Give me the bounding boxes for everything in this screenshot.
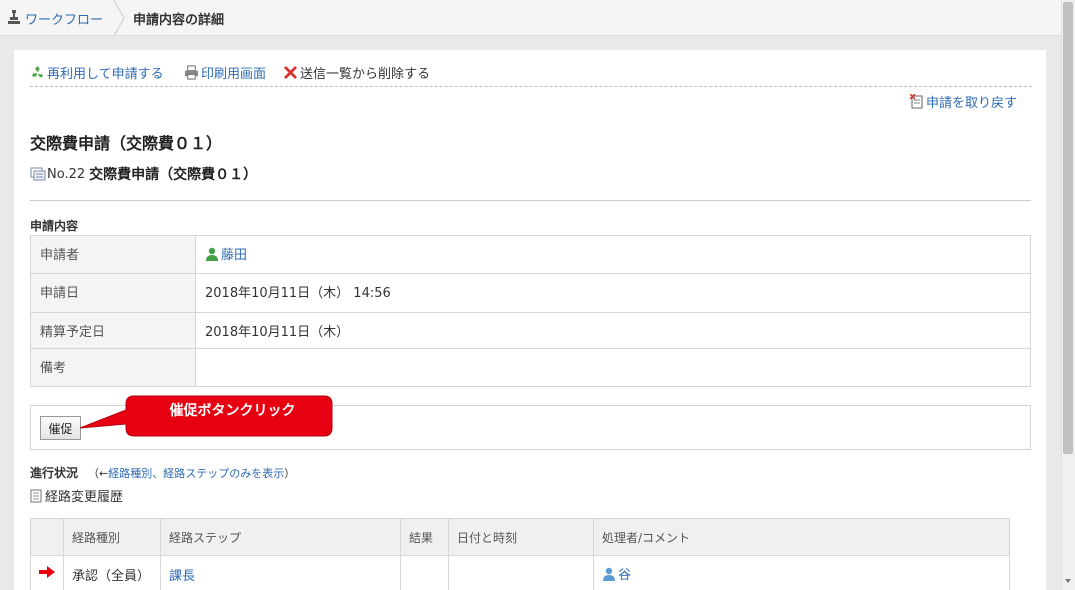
column-header [30, 518, 64, 556]
delete-link[interactable]: 送信一覧から削除する [300, 63, 430, 82]
route-step-link[interactable]: 課長 [169, 569, 195, 584]
details-table: 申請者 藤田 申請日 2018年10月11日（木） 14:56 精算予定日 20… [30, 235, 1031, 387]
printer-icon [184, 65, 199, 80]
reuse-action[interactable]: 再利用して申請する [30, 63, 164, 82]
row-value [195, 348, 1031, 387]
request-name: 交際費申請（交際費０１） [89, 167, 258, 183]
table-header-row: 経路種別 経路ステップ 結果 日付と時刻 処理者/コメント [30, 518, 1010, 556]
workflow-icon [8, 10, 20, 24]
breadcrumb-separator-icon [113, 0, 125, 36]
breadcrumb-current: 申請内容の詳細 [133, 13, 225, 28]
applicant-link[interactable]: 藤田 [205, 244, 247, 263]
scroll-down-arrow-icon[interactable] [1063, 576, 1073, 586]
row-value: 2018年10月11日（木） [195, 312, 1031, 349]
route-datetime [448, 555, 594, 590]
column-header: 処理者/コメント [593, 518, 1010, 556]
route-history[interactable]: 経路変更履歴 [30, 486, 123, 505]
scrollbar-thumb[interactable] [1063, 2, 1073, 454]
applicant-name[interactable]: 藤田 [221, 244, 247, 263]
table-row: 申請者 藤田 [30, 235, 1031, 274]
row-value: 2018年10月11日（木） 14:56 [195, 273, 1031, 313]
handler-name[interactable]: 谷 [618, 564, 631, 583]
progress-note-prefix: （← [88, 467, 109, 480]
column-header: 経路ステップ [160, 518, 401, 556]
handler-link[interactable]: 谷 [602, 564, 631, 583]
breadcrumb-workflow-link[interactable]: ワークフロー [25, 9, 103, 28]
column-header: 結果 [400, 518, 449, 556]
delete-x-icon [284, 66, 297, 79]
table-row: 精算予定日 2018年10月11日（木） [30, 312, 1031, 349]
route-table: 経路種別 経路ステップ 結果 日付と時刻 処理者/コメント 承認（全員） 課長 [30, 518, 1010, 590]
breadcrumb: ワークフロー 申請内容の詳細 [0, 0, 1061, 36]
recycle-icon [31, 65, 44, 78]
route-result [400, 555, 449, 590]
withdraw-link[interactable]: 申請を取り戻す [926, 92, 1017, 111]
table-row: 承認（全員） 課長 谷 [30, 555, 1010, 590]
row-label: 備考 [30, 348, 196, 387]
progress-note-suffix: ） [284, 467, 296, 480]
table-row: 申請日 2018年10月11日（木） 14:56 [30, 273, 1031, 313]
callout-text: 催促ボタンクリック [169, 403, 296, 419]
route-handler: 谷 [593, 555, 1010, 590]
reuse-link[interactable]: 再利用して申請する [47, 63, 164, 82]
delete-action[interactable]: 送信一覧から削除する [283, 63, 430, 82]
main-panel: 再利用して申請する 印刷用画面 送信一覧から削除する 申請を取り戻す 交際費申請… [14, 50, 1046, 590]
row-value: 藤田 [195, 235, 1031, 274]
current-arrow-icon [39, 566, 55, 579]
action-toolbar: 再利用して申請する 印刷用画面 送信一覧から削除する [30, 63, 1032, 87]
print-link[interactable]: 印刷用画面 [201, 63, 266, 82]
row-label: 申請日 [30, 273, 196, 313]
withdraw-action[interactable]: 申請を取り戻す [910, 92, 1017, 111]
details-section-label: 申請内容 [30, 219, 79, 233]
table-row: 備考 [30, 348, 1031, 387]
user-blue-icon [603, 567, 615, 581]
column-header: 日付と時刻 [448, 518, 594, 556]
withdraw-document-icon [910, 94, 923, 109]
route-type: 承認（全員） [63, 555, 161, 590]
progress-note: （←経路種別、経路ステップのみを表示） [88, 465, 295, 481]
documents-icon [30, 167, 46, 180]
request-number: No.22 [47, 166, 86, 182]
print-action[interactable]: 印刷用画面 [184, 63, 266, 82]
progress-title: 進行状況 [30, 466, 79, 480]
request-subtitle: No.22 交際費申請（交際費０１） [30, 164, 257, 184]
route-step: 課長 [160, 555, 401, 590]
column-header: 経路種別 [63, 518, 161, 556]
current-step-cell [30, 555, 64, 590]
page-title: 交際費申請（交際費０１） [30, 134, 223, 153]
user-green-icon [206, 247, 218, 261]
remind-button[interactable]: 催促 [40, 416, 81, 440]
progress-header: 進行状況 （←経路種別、経路ステップのみを表示） [30, 464, 295, 481]
divider [30, 200, 1031, 201]
row-label: 申請者 [30, 235, 196, 274]
route-only-link[interactable]: 経路種別、経路ステップのみを表示 [108, 467, 284, 480]
row-label: 精算予定日 [30, 312, 196, 349]
route-history-label[interactable]: 経路変更履歴 [45, 486, 123, 505]
history-document-icon [30, 489, 42, 502]
